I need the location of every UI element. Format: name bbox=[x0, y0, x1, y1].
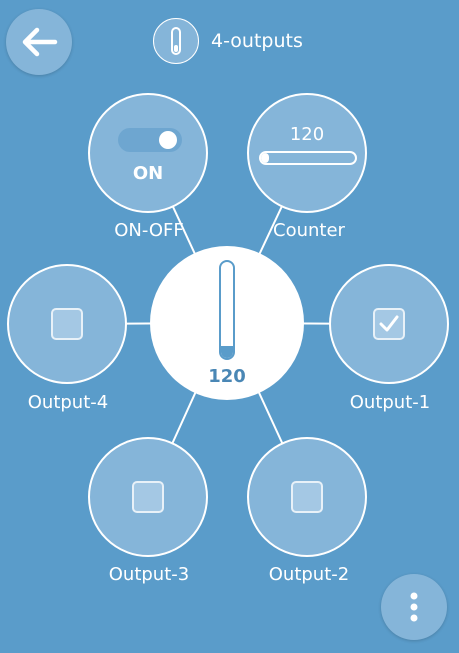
more-vertical-icon bbox=[410, 592, 418, 622]
output-3-checkbox[interactable] bbox=[132, 481, 164, 513]
counter-progress-bar bbox=[259, 151, 357, 165]
center-hub[interactable]: 120 bbox=[150, 246, 304, 400]
arrow-left-icon bbox=[22, 27, 58, 57]
on-off-state: ON bbox=[132, 163, 164, 184]
on-off-toggle[interactable] bbox=[118, 128, 182, 152]
label-counter: Counter bbox=[273, 220, 345, 241]
header: 4-outputs bbox=[153, 17, 303, 65]
node-output-4[interactable] bbox=[7, 264, 127, 384]
counter-value: 120 bbox=[289, 124, 325, 145]
thermometer-icon bbox=[171, 27, 181, 55]
node-output-1[interactable] bbox=[329, 264, 449, 384]
page-title: 4-outputs bbox=[211, 30, 303, 52]
label-on-off: ON-OFF bbox=[114, 220, 184, 241]
center-value: 120 bbox=[208, 366, 246, 387]
output-2-checkbox[interactable] bbox=[291, 481, 323, 513]
gauge-fill bbox=[221, 346, 233, 358]
node-output-3[interactable] bbox=[88, 437, 208, 557]
counter-progress-fill bbox=[261, 153, 269, 163]
checkmark-icon bbox=[379, 315, 399, 332]
back-button[interactable] bbox=[6, 9, 72, 75]
label-output-4: Output-4 bbox=[27, 392, 109, 413]
thermometer-gauge bbox=[219, 260, 235, 360]
label-output-2: Output-2 bbox=[268, 564, 350, 585]
node-counter[interactable]: 120 bbox=[247, 93, 367, 213]
label-output-3: Output-3 bbox=[108, 564, 190, 585]
menu-button[interactable] bbox=[381, 574, 447, 640]
output-1-checkbox[interactable] bbox=[373, 308, 405, 340]
node-on-off[interactable]: ON bbox=[88, 93, 208, 213]
screen: 4-outputs ON ON-OFF 120 Counter Output-4… bbox=[0, 0, 459, 653]
node-output-2[interactable] bbox=[247, 437, 367, 557]
label-output-1: Output-1 bbox=[349, 392, 431, 413]
device-icon-badge bbox=[153, 18, 199, 64]
toggle-knob bbox=[159, 131, 177, 149]
output-4-checkbox[interactable] bbox=[51, 308, 83, 340]
